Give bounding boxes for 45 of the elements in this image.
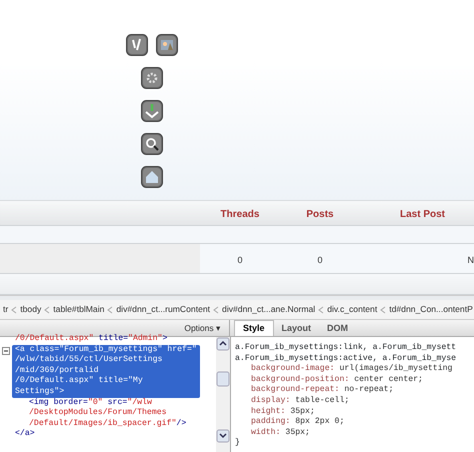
css-declaration: background-position: center center; — [250, 374, 424, 385]
scrollbar[interactable] — [216, 337, 230, 452]
collapse-icon[interactable] — [2, 346, 10, 355]
table-cell: N — [468, 254, 474, 264]
separator-icon — [318, 306, 324, 314]
edit-icon[interactable] — [126, 34, 148, 56]
separator-icon — [380, 306, 386, 314]
panel-tab[interactable]: Layout — [274, 320, 320, 336]
options-menu[interactable]: Options ▾ — [184, 322, 229, 334]
table-cell: 0 — [237, 254, 242, 264]
search-icon[interactable] — [141, 133, 163, 155]
separator-icon — [107, 306, 114, 314]
breadcrumb-link[interactable]: tbody — [20, 303, 42, 316]
separator-icon — [11, 306, 18, 314]
css-declaration: width: 35px; — [250, 428, 311, 438]
css-selector: a.Forum_ib_mysettings:link, a.Forum_ib_mysett — [235, 343, 458, 354]
table-cell: 0 — [317, 254, 322, 264]
html-node[interactable]: <img border="0" src="/wlw /DesktopModules/Forum/Themes /Default/Images/ib_spacer.gif"/> — [29, 398, 186, 430]
html-node[interactable]: /0/Default.aspx" title="Admin"> — [15, 334, 168, 345]
css-declaration: background-repeat: no-repeat; — [250, 385, 394, 396]
separator-icon — [213, 306, 220, 314]
breadcrumb-link[interactable]: td#dnn_Con...ontentP — [389, 303, 473, 316]
download-icon[interactable] — [141, 100, 163, 122]
panel-tab[interactable]: DOM — [319, 320, 356, 336]
image-icon[interactable] — [156, 34, 178, 56]
column-header: Last Post — [400, 209, 446, 220]
column-header: Threads — [220, 209, 260, 220]
html-node[interactable]: </a> — [15, 429, 35, 440]
breadcrumb-link[interactable]: tr — [3, 303, 8, 316]
css-brace: } — [235, 438, 241, 449]
breadcrumb-link[interactable]: div#dnn_ct...ane.Normal — [222, 303, 316, 316]
css-selector: a.Forum_ib_mysettings:active, a.Forum_ib_myse — [235, 354, 458, 364]
html-node[interactable]: <a class="Forum_ib_mysettings" href=" /wlw/tabid/55/ctl/UserSettings /mid/369/portalid /0/Default.aspx" title="My Settings"> — [12, 344, 200, 398]
gear-icon[interactable] — [141, 67, 163, 89]
column-header: Posts — [306, 209, 334, 220]
css-declaration: padding: 8px 2px 0; — [250, 417, 346, 428]
breadcrumb-link[interactable]: div.c_content — [327, 303, 378, 316]
panel-tab[interactable]: Style — [234, 320, 274, 336]
css-declaration: height: 35px; — [250, 406, 316, 417]
separator-icon — [44, 306, 50, 314]
css-declaration: background-image: url(images/ib_mysetting — [250, 364, 454, 375]
breadcrumb-link[interactable]: div#dnn_ct...rumContent — [116, 303, 210, 316]
breadcrumb-link[interactable]: table#tblMain — [53, 303, 104, 316]
css-declaration: display: table-cell; — [250, 396, 350, 407]
home-icon[interactable] — [141, 166, 163, 188]
